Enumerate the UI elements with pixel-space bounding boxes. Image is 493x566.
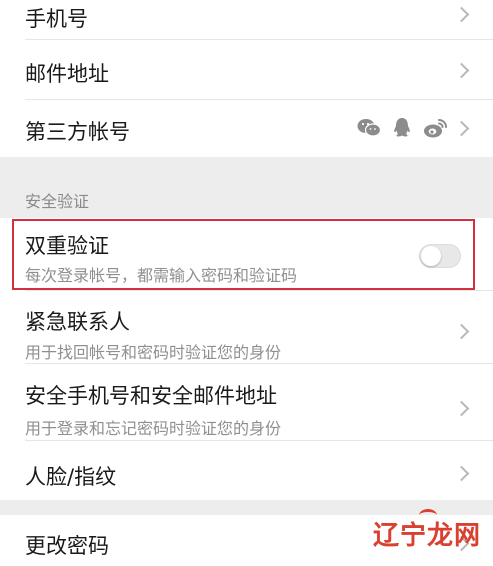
two-factor-auth-row[interactable]: 双重验证 每次登录帐号，都需输入密码和验证码: [0, 218, 493, 291]
chevron-right-icon: [453, 120, 470, 137]
qq-icon: [394, 118, 410, 137]
change-password-label: 更改密码: [25, 534, 109, 558]
secure-phone-email-description: 用于登录和忘记密码时验证您的身份: [25, 419, 282, 438]
emergency-contact-label: 紧急联系人: [25, 310, 130, 334]
chevron-right-icon: [453, 6, 470, 23]
chevron-right-icon: [453, 62, 470, 79]
emergency-contact-description: 用于找回帐号和密码时验证您的身份: [25, 343, 282, 362]
security-group: 双重验证 每次登录帐号，都需输入密码和验证码 紧急联系人 用于找回帐号和密码时验…: [0, 218, 493, 500]
emergency-contact-row[interactable]: 紧急联系人 用于找回帐号和密码时验证您的身份: [0, 291, 493, 364]
two-factor-auth-label: 双重验证: [25, 234, 109, 258]
chevron-right-icon: [453, 323, 470, 340]
face-fingerprint-row[interactable]: 人脸/指纹: [0, 441, 493, 500]
phone-number-label: 手机号: [25, 7, 88, 31]
weibo-icon: [424, 119, 447, 138]
third-party-account-row[interactable]: 第三方帐号: [0, 100, 493, 157]
secure-phone-email-label: 安全手机号和安全邮件地址: [25, 384, 277, 408]
wechat-icon: [357, 119, 381, 137]
email-address-label: 邮件地址: [25, 62, 109, 86]
account-group: 手机号 邮件地址 第三方帐号: [0, 0, 493, 157]
toggle-knob: [421, 246, 441, 266]
chevron-right-icon: [453, 400, 470, 417]
third-party-account-label: 第三方帐号: [25, 120, 130, 144]
secure-phone-email-row[interactable]: 安全手机号和安全邮件地址 用于登录和忘记密码时验证您的身份: [0, 364, 493, 441]
security-section-label: 安全验证: [25, 192, 90, 211]
two-factor-auth-description: 每次登录帐号，都需输入密码和验证码: [25, 266, 298, 285]
watermark-text: 辽宁龙网: [372, 521, 481, 551]
face-fingerprint-label: 人脸/指纹: [25, 465, 117, 489]
chevron-right-icon: [453, 465, 470, 482]
phone-number-row[interactable]: 手机号: [0, 0, 493, 40]
two-factor-toggle[interactable]: [419, 244, 461, 268]
email-address-row[interactable]: 邮件地址: [0, 40, 493, 100]
